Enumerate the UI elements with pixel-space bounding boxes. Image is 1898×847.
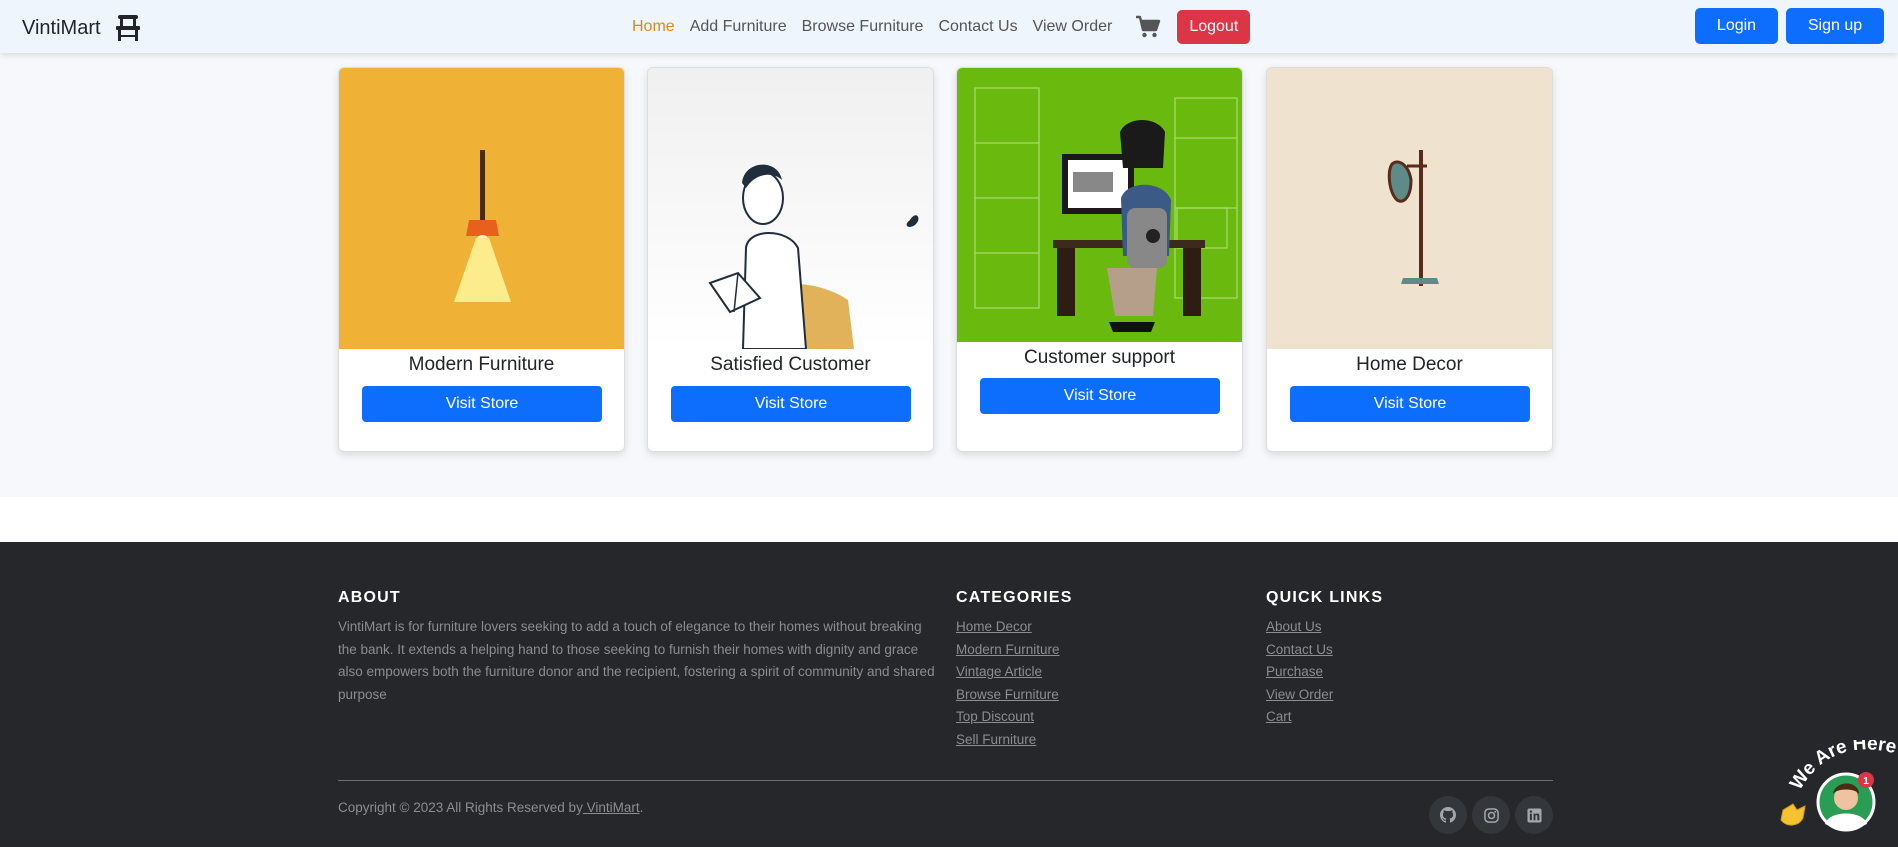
chair-icon	[115, 15, 140, 41]
linkedin-icon[interactable]	[1515, 796, 1553, 834]
cart-icon[interactable]	[1135, 15, 1161, 39]
copyright: Copyright © 2023 All Rights Reserved by …	[338, 800, 643, 815]
signup-button[interactable]: Sign up	[1786, 8, 1884, 44]
quick-link-cart[interactable]: Cart	[1266, 709, 1292, 724]
card-title: Modern Furniture	[408, 354, 555, 375]
visit-store-button[interactable]: Visit Store	[980, 378, 1220, 414]
store-card-customer-support: Customer support Visit Store	[956, 67, 1243, 452]
quick-links-heading: QUICK LINKS	[1266, 589, 1384, 606]
instagram-icon[interactable]	[1472, 796, 1510, 834]
person-at-desk-illustration	[957, 68, 1242, 342]
man-reading-illustration	[648, 68, 933, 349]
copyright-text: Copyright © 2023 All Rights Reserved by	[338, 800, 583, 815]
card-title: Home Decor	[1356, 354, 1463, 375]
list-item: About Us	[1266, 616, 1333, 639]
store-card-modern-furniture: Modern Furniture Visit Store	[338, 67, 625, 452]
visit-store-button[interactable]: Visit Store	[362, 386, 602, 422]
copyright-link[interactable]: VintiMart	[583, 800, 640, 815]
category-link-sell-furniture[interactable]: Sell Furniture	[956, 732, 1036, 747]
categories-heading: CATEGORIES	[956, 589, 1073, 606]
brand-name: VintiMart	[22, 16, 101, 39]
footer-divider	[338, 780, 1553, 781]
nav-link-view-order[interactable]: View Order	[1033, 18, 1113, 36]
store-card-satisfied-customer: Satisfied Customer Visit Store	[647, 67, 934, 452]
store-card-home-decor: Home Decor Visit Store	[1266, 67, 1553, 452]
list-item: Modern Furniture	[956, 639, 1060, 662]
nav-links: Home Add Furniture Browse Furniture Cont…	[632, 0, 1251, 53]
quick-links-list: About Us Contact Us Purchase View Order …	[1266, 616, 1333, 729]
list-item: Contact Us	[1266, 639, 1333, 662]
nav-link-home[interactable]: Home	[632, 18, 675, 36]
list-item: Purchase	[1266, 661, 1333, 684]
nav-link-add-furniture[interactable]: Add Furniture	[690, 18, 787, 36]
card-title: Satisfied Customer	[710, 354, 871, 375]
nav-link-contact-us[interactable]: Contact Us	[938, 18, 1017, 36]
about-heading: ABOUT	[338, 589, 401, 606]
list-item: Top Discount	[956, 706, 1060, 729]
floor-lamp-illustration	[1267, 68, 1552, 349]
category-link-top-discount[interactable]: Top Discount	[956, 709, 1034, 724]
categories-list: Home Decor Modern Furniture Vintage Arti…	[956, 616, 1060, 751]
chat-badge: 1	[1863, 776, 1869, 787]
list-item: Cart	[1266, 706, 1333, 729]
quick-link-view-order[interactable]: View Order	[1266, 687, 1333, 702]
visit-store-button[interactable]: Visit Store	[1290, 386, 1530, 422]
stores-section: Modern Furniture Visit Store Satisfied C…	[0, 53, 1898, 497]
list-item: View Order	[1266, 684, 1333, 707]
login-button[interactable]: Login	[1695, 8, 1778, 44]
pendant-lamp-illustration	[339, 68, 624, 349]
category-link-vintage-article[interactable]: Vintage Article	[956, 664, 1042, 679]
category-link-modern-furniture[interactable]: Modern Furniture	[956, 642, 1060, 657]
list-item: Vintage Article	[956, 661, 1060, 684]
support-avatar-icon: We Are Here! 1	[1764, 713, 1898, 832]
visit-store-button[interactable]: Visit Store	[671, 386, 911, 422]
copyright-suffix: .	[639, 800, 644, 815]
quick-link-purchase[interactable]: Purchase	[1266, 664, 1323, 679]
github-icon[interactable]	[1429, 796, 1467, 834]
quick-link-contact-us[interactable]: Contact Us	[1266, 642, 1333, 657]
list-item: Sell Furniture	[956, 729, 1060, 752]
footer: ABOUT VintiMart is for furniture lovers …	[0, 542, 1898, 847]
list-item: Home Decor	[956, 616, 1060, 639]
nav-link-browse-furniture[interactable]: Browse Furniture	[802, 18, 924, 36]
navbar: VintiMart Home Add Furniture Browse Furn…	[0, 0, 1898, 53]
brand[interactable]: VintiMart	[22, 14, 141, 42]
category-link-browse-furniture[interactable]: Browse Furniture	[956, 687, 1059, 702]
card-title: Customer support	[1023, 347, 1175, 368]
about-text: VintiMart is for furniture lovers seekin…	[338, 619, 935, 702]
category-link-home-decor[interactable]: Home Decor	[956, 619, 1032, 634]
chat-widget[interactable]: We Are Here! 1	[1764, 713, 1898, 847]
list-item: Browse Furniture	[956, 684, 1060, 707]
quick-link-about-us[interactable]: About Us	[1266, 619, 1322, 634]
logout-button[interactable]: Logout	[1177, 9, 1251, 44]
